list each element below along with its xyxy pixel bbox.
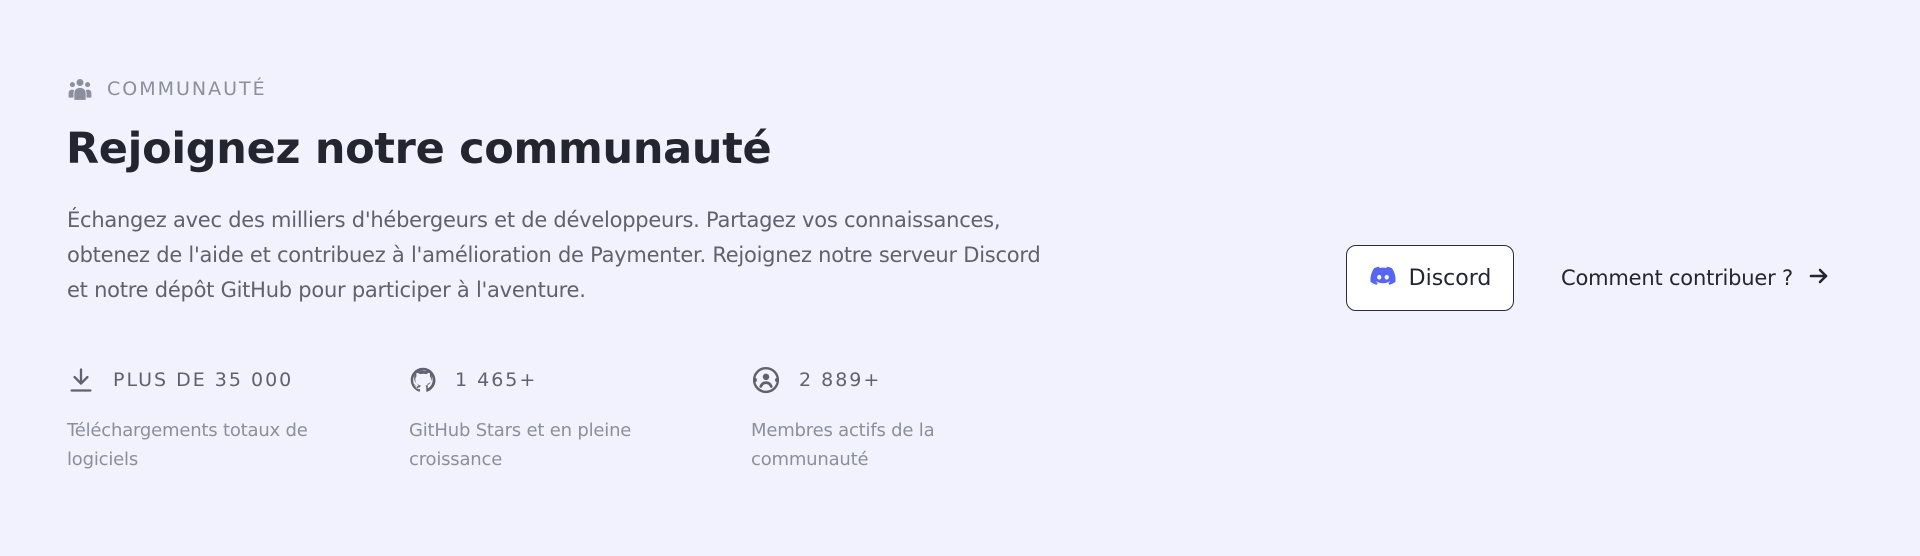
section-description: Échangez avec des milliers d'hébergeurs … xyxy=(67,208,1041,302)
discord-button[interactable]: Discord xyxy=(1346,245,1514,311)
stat-value: 2 889+ xyxy=(799,369,882,391)
stat-description: Membres actifs de la communauté xyxy=(751,420,935,470)
eyebrow-label: COMMUNAUTÉ xyxy=(107,78,267,100)
community-icon xyxy=(751,365,781,395)
github-icon xyxy=(409,366,437,394)
arrow-right-icon xyxy=(1807,264,1831,292)
discord-button-label: Discord xyxy=(1408,265,1492,291)
users-icon xyxy=(67,76,93,102)
contribute-link[interactable]: Comment contribuer ? xyxy=(1561,260,1831,296)
stat-downloads: PLUS DE 35 000 Téléchargements totaux de… xyxy=(67,362,357,474)
stat-value: PLUS DE 35 000 xyxy=(113,369,294,391)
discord-icon xyxy=(1369,262,1397,294)
stat-value: 1 465+ xyxy=(455,369,538,391)
stat-members: 2 889+ Membres actifs de la communauté xyxy=(751,362,1041,474)
download-icon xyxy=(67,366,95,394)
section-title: Rejoignez notre communauté xyxy=(66,124,772,174)
stat-github-stars: 1 465+ GitHub Stars et en pleine croissa… xyxy=(409,362,699,474)
stat-description: Téléchargements totaux de logiciels xyxy=(67,420,308,470)
stat-description: GitHub Stars et en pleine croissance xyxy=(409,420,632,470)
community-section: COMMUNAUTÉ Rejoignez notre communauté Éc… xyxy=(0,0,1920,556)
contribute-link-label: Comment contribuer ? xyxy=(1561,266,1793,290)
section-eyebrow: COMMUNAUTÉ xyxy=(67,76,267,102)
